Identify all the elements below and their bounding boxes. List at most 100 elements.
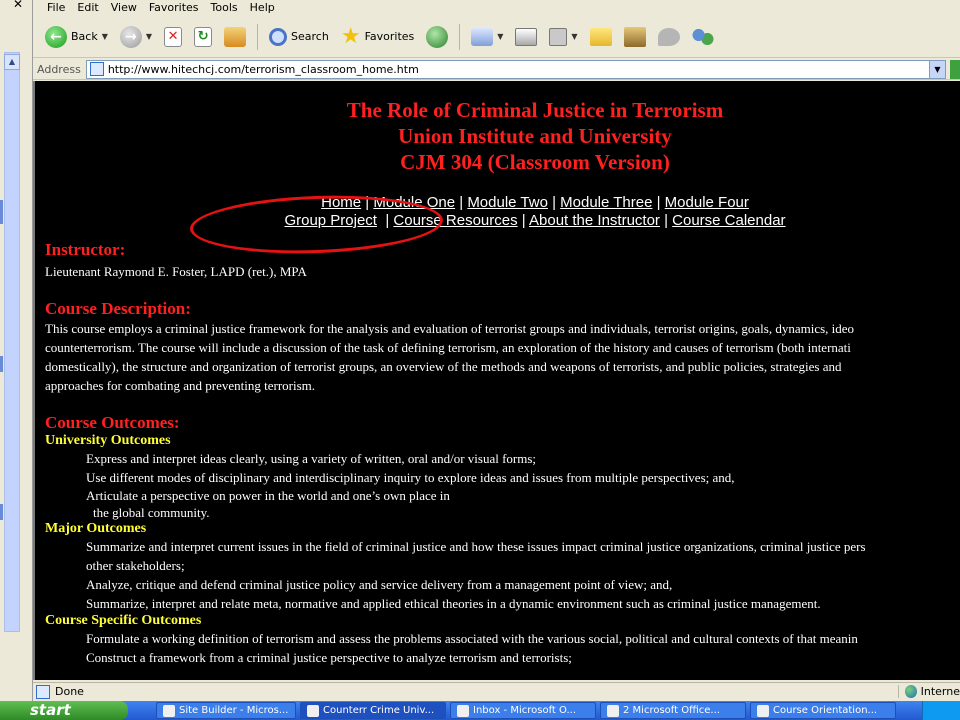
nav-link-home[interactable]: Home: [321, 194, 361, 211]
major-outcomes-heading: Major Outcomes: [45, 521, 147, 536]
title-line: The Role of Criminal Justice in Terroris…: [346, 98, 724, 122]
refresh-icon: ↻: [194, 26, 213, 47]
chevron-down-icon[interactable]: ▼: [571, 32, 577, 41]
list-item: Formulate a working definition of terror…: [86, 631, 858, 646]
side-strip: [0, 356, 3, 372]
scroll-up-icon[interactable]: ▲: [4, 54, 20, 70]
taskbar-item-label: Course Orientation...: [773, 705, 878, 716]
home-button[interactable]: [220, 25, 250, 49]
taskbar: start Site Builder - Micros... Counterr …: [0, 701, 960, 720]
close-icon[interactable]: ✕: [13, 0, 23, 11]
nav-link-group-project[interactable]: Group Project: [284, 212, 377, 229]
folder-button[interactable]: [586, 26, 616, 48]
description-body: This course employs a criminal justice f…: [35, 319, 960, 395]
app-icon: [757, 704, 769, 717]
zone-label: Interne: [920, 685, 960, 698]
star-icon: ★: [340, 23, 361, 49]
nav-link-course-resources[interactable]: Course Resources: [393, 212, 517, 229]
outcomes-heading: Course Outcomes:: [45, 413, 180, 432]
description-line: domestically), the structure and organiz…: [45, 359, 842, 374]
favorites-button[interactable]: ★ Favorites: [337, 25, 418, 49]
globe-icon: [905, 685, 917, 698]
stop-button[interactable]: ✕: [160, 25, 186, 49]
forward-arrow-icon: →: [119, 25, 142, 48]
toolbar-separator: [459, 23, 461, 50]
nav-link-course-calendar[interactable]: Course Calendar: [672, 212, 785, 229]
print-button[interactable]: [511, 26, 541, 48]
university-outcomes-heading: University Outcomes: [45, 433, 171, 448]
search-icon: [269, 27, 288, 46]
title-line: Union Institute and University: [398, 124, 672, 148]
mail-button[interactable]: ▼: [467, 26, 507, 48]
side-scrollbar[interactable]: [4, 52, 20, 632]
chat-bubble-icon: [657, 27, 680, 46]
forward-button[interactable]: → ▼: [116, 24, 156, 50]
history-button[interactable]: [422, 24, 452, 50]
messenger-button[interactable]: [654, 26, 684, 48]
instructor-heading: Instructor:: [45, 240, 126, 259]
side-strip: [0, 200, 3, 224]
go-button[interactable]: [950, 59, 960, 79]
left-side-panel: ✕ ▲: [0, 0, 33, 720]
folder-icon: [589, 27, 612, 46]
search-button[interactable]: Search: [265, 26, 333, 48]
menu-bar: File Edit View Favorites Tools Help: [33, 0, 960, 14]
taskbar-item[interactable]: 2 Microsoft Office...: [600, 702, 746, 719]
browser-window: ✕ ▲ File Edit View Favorites Tools Help …: [0, 0, 960, 720]
list-item: Use different modes of disciplinary and …: [86, 470, 735, 485]
start-button[interactable]: start: [0, 701, 128, 720]
nav-link-module-one[interactable]: Module One: [373, 194, 455, 211]
taskbar-item[interactable]: Site Builder - Micros...: [156, 702, 296, 719]
toolbar-separator: [257, 23, 259, 50]
menu-view[interactable]: View: [105, 1, 143, 14]
nav-link-module-three[interactable]: Module Three: [560, 194, 652, 211]
course-nav: Home | Module One | Module Two | Module …: [125, 194, 945, 230]
address-url[interactable]: http://www.hitechcj.com/terrorism_classr…: [108, 63, 419, 76]
app-icon: [457, 704, 469, 717]
menu-file[interactable]: File: [41, 1, 71, 14]
app-icon: [607, 704, 619, 717]
edit-button[interactable]: ▼: [545, 26, 581, 48]
taskbar-item[interactable]: Inbox - Microsoft O...: [450, 702, 596, 719]
nav-link-about-instructor[interactable]: About the Instructor: [529, 212, 660, 229]
menu-edit[interactable]: Edit: [71, 1, 104, 14]
status-text: Done: [55, 685, 84, 698]
back-label: Back: [71, 30, 98, 43]
description-heading: Course Description:: [45, 299, 191, 318]
contacts-button[interactable]: [688, 25, 718, 49]
toolbar: ← Back ▼ → ▼ ✕ ↻ Search ★ Favorites ▼ ▼: [33, 16, 960, 58]
list-item: Analyze, critique and defend criminal ju…: [86, 577, 673, 592]
nav-link-module-two[interactable]: Module Two: [467, 194, 548, 211]
security-zone: Interne: [898, 685, 960, 698]
list-item: other stakeholders;: [86, 558, 185, 573]
menu-help[interactable]: Help: [244, 1, 281, 14]
chevron-down-icon[interactable]: ▼: [102, 32, 108, 41]
taskbar-item-label: Site Builder - Micros...: [179, 705, 289, 716]
address-input[interactable]: http://www.hitechcj.com/terrorism_classr…: [85, 59, 946, 79]
research-button[interactable]: [620, 25, 650, 49]
list-item: Construct a framework from a criminal ju…: [86, 650, 572, 665]
menu-tools[interactable]: Tools: [205, 1, 244, 14]
mail-icon: [471, 27, 494, 46]
taskbar-item[interactable]: Counterr Crime Univ...: [300, 702, 446, 719]
menu-favorites[interactable]: Favorites: [143, 1, 205, 14]
printer-icon: [515, 27, 538, 46]
nav-row: Home | Module One | Module Two | Module …: [321, 194, 749, 211]
back-button[interactable]: ← Back ▼: [41, 24, 112, 50]
list-item: Summarize, interpret and relate meta, no…: [86, 596, 821, 611]
chevron-down-icon[interactable]: ▼: [146, 32, 152, 41]
taskbar-item[interactable]: Course Orientation...: [750, 702, 896, 719]
description-line: This course employs a criminal justice f…: [45, 321, 855, 336]
side-strip: [0, 504, 3, 520]
refresh-button[interactable]: ↻: [190, 25, 216, 49]
chevron-down-icon[interactable]: ▼: [497, 32, 503, 41]
stop-icon: ✕: [164, 26, 183, 47]
page-content: The Role of Criminal Justice in Terroris…: [33, 81, 960, 680]
instructor-text: Lieutenant Raymond E. Foster, LAPD (ret.…: [45, 264, 307, 279]
page-status-icon: [36, 684, 50, 699]
nav-link-module-four[interactable]: Module Four: [665, 194, 749, 211]
taskbar-item-label: Counterr Crime Univ...: [323, 705, 435, 716]
chevron-down-icon[interactable]: ▼: [929, 60, 945, 78]
list-item: Summarize and interpret current issues i…: [86, 539, 866, 554]
address-label: Address: [37, 62, 81, 76]
